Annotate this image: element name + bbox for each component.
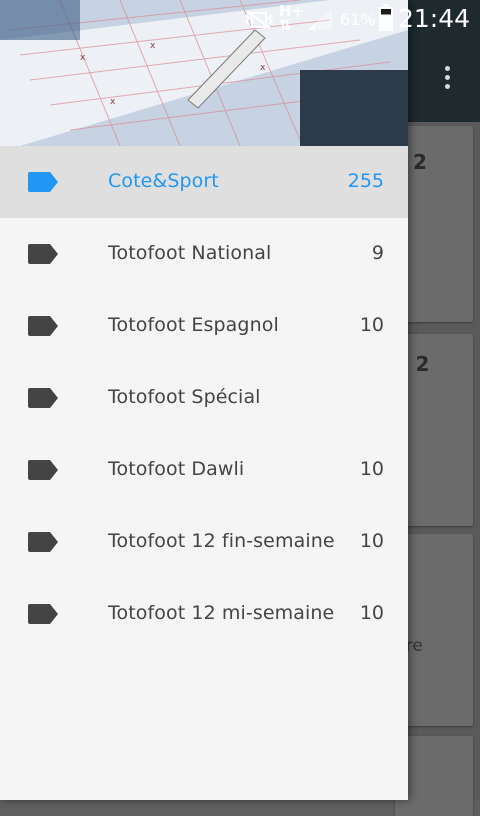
drawer-item-label: Cote&Sport [108,170,219,192]
drawer-item-label: Totofoot Spécial [108,386,261,408]
label-tag-icon [28,604,58,624]
drawer-item-totofoot-12-fin-semaine[interactable]: Totofoot 12 fin-semaine 10 [0,506,408,578]
data-icon: H+ ⇅ [279,2,305,34]
label-tag-icon [28,388,58,408]
drawer-item-count: 10 [359,458,384,480]
overflow-menu-icon[interactable] [440,66,454,92]
drawer-item-label: Totofoot National [108,242,272,264]
card-title-fragment: 2 [413,150,427,174]
signal-icon [308,8,332,30]
label-tag-icon [28,172,58,192]
drawer-item-totofoot-espagnol[interactable]: Totofoot Espagnol 10 [0,290,408,362]
drawer-item-label: Totofoot Espagnol [108,314,279,336]
drawer-item-totofoot-dawli[interactable]: Totofoot Dawli 10 [0,434,408,506]
label-tag-icon [28,532,58,552]
svg-text:x: x [80,53,86,63]
vibrate-icon [244,11,274,29]
drawer-item-label: Totofoot 12 fin-semaine [108,530,335,552]
svg-text:x: x [110,97,116,107]
drawer-item-cote-sport[interactable]: Cote&Sport 255 [0,146,408,218]
drawer-item-count: 255 [347,170,384,192]
clock: 21:44 [397,4,470,33]
label-tag-icon [28,316,58,336]
drawer-menu-list: Cote&Sport 255 Totofoot National 9 Totof… [0,146,408,650]
drawer-item-label: Totofoot Dawli [108,458,245,480]
label-tag-icon [28,244,58,264]
drawer-item-count: 10 [359,314,384,336]
navigation-drawer: xxx xxx Cote&Sport 255 Totofoot National… [0,0,408,800]
drawer-item-count: 10 [359,602,384,624]
drawer-item-count: 9 [371,242,384,264]
battery-icon [379,4,393,31]
svg-text:x: x [150,41,156,51]
drawer-item-count: 10 [359,530,384,552]
drawer-item-label: Totofoot 12 mi-semaine [108,602,335,624]
battery-percentage: 61% [340,10,376,29]
drawer-item-totofoot-special[interactable]: Totofoot Spécial [0,362,408,434]
status-bar: H+ ⇅ 61% 21:44 [0,0,480,38]
drawer-item-totofoot-12-mi-semaine[interactable]: Totofoot 12 mi-semaine 10 [0,578,408,650]
drawer-item-totofoot-national[interactable]: Totofoot National 9 [0,218,408,290]
label-tag-icon [28,460,58,480]
svg-text:x: x [260,63,266,73]
